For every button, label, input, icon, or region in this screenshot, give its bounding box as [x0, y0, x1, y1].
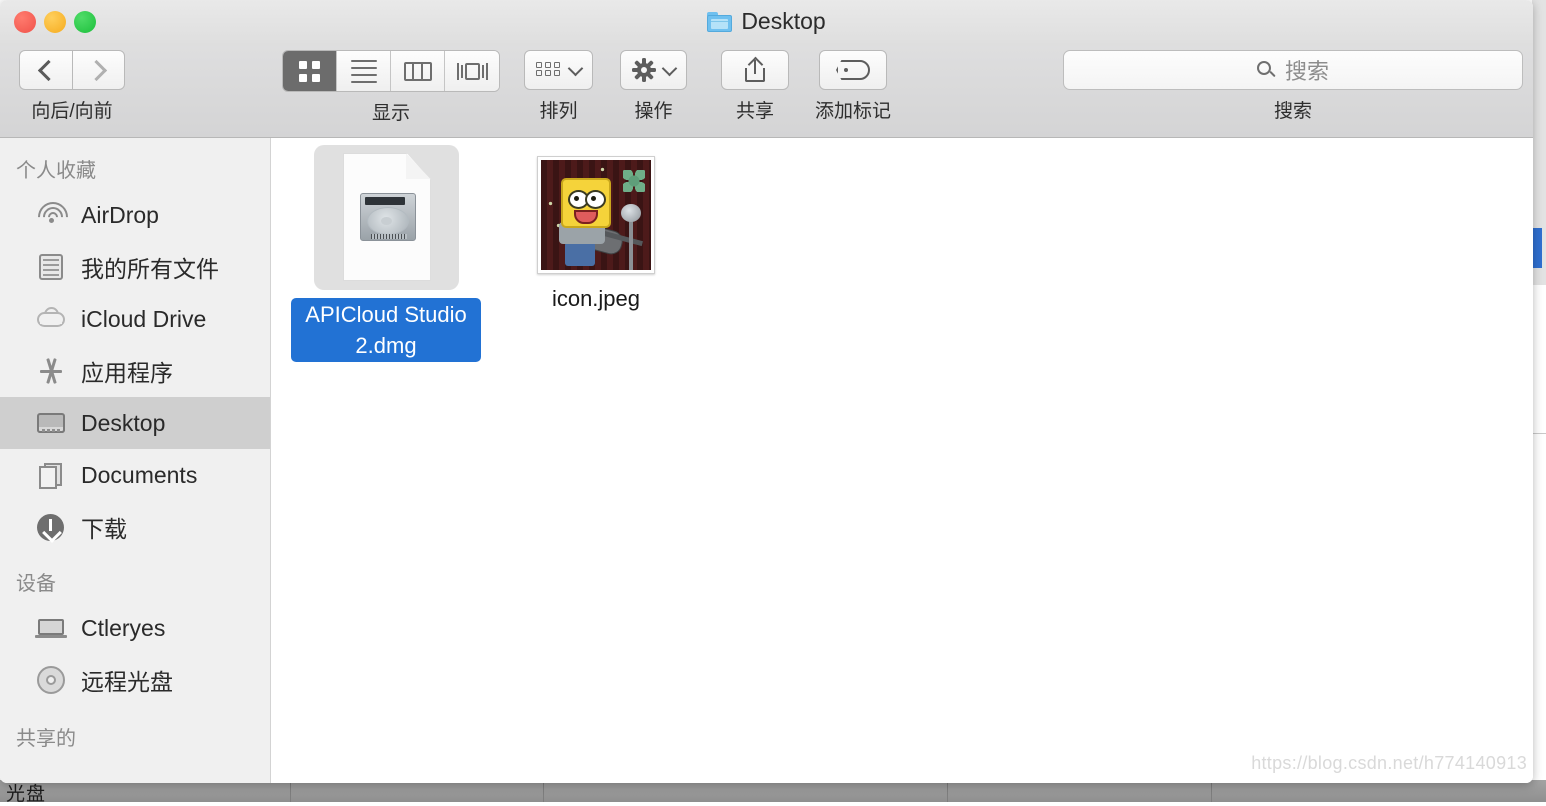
coverflow-view-button[interactable] — [445, 51, 499, 91]
chevron-down-icon — [661, 60, 678, 76]
add-tag-label: 添加标记 — [815, 101, 892, 122]
sidebar-item-label: Documents — [81, 461, 198, 488]
laptop-icon — [34, 612, 68, 644]
sidebar-item-applications[interactable]: 应用程序 — [0, 345, 270, 397]
sidebar-heading-favorites: 个人收藏 — [16, 160, 96, 182]
action-button[interactable] — [620, 50, 687, 90]
sidebar-item-icloud-drive[interactable]: iCloud Drive — [0, 293, 270, 345]
sidebar-item-label: iCloud Drive — [81, 305, 207, 332]
desktop-bar-divider — [543, 780, 544, 802]
window-title-text: Desktop — [741, 8, 826, 34]
sidebar-item-label: 远程光盘 — [81, 669, 173, 695]
nav-label: 向后/向前 — [31, 101, 113, 122]
navigation-group: 向后/向前 — [19, 50, 125, 123]
sidebar-item-ctleryes[interactable]: Ctleryes — [0, 602, 270, 654]
action-label: 操作 — [634, 101, 673, 122]
page-title: Desktop — [0, 8, 1533, 35]
search-group: 搜索 搜索 — [1063, 50, 1523, 123]
sidebar-item-label: 应用程序 — [81, 360, 173, 386]
list-icon — [350, 59, 377, 83]
sidebar-item-label: 下载 — [81, 516, 127, 542]
sidebar-item-downloads[interactable]: 下载 — [0, 501, 270, 553]
desktop-right-strip — [1532, 0, 1546, 802]
cloud-icon — [34, 303, 68, 335]
window-body: 个人收藏 AirDrop 我的所有文件 iCloud Drive 应用程序 De… — [0, 138, 1533, 783]
watermark-text: https://blog.csdn.net/h774140913 — [1251, 753, 1527, 773]
arrange-icon — [536, 62, 562, 78]
coverflow-icon — [456, 62, 488, 80]
window-titlebar: Desktop — [0, 0, 1533, 46]
desktop-icon — [34, 407, 68, 439]
sidebar-item-airdrop[interactable]: AirDrop — [0, 189, 270, 241]
arrange-label: 排列 — [539, 101, 578, 122]
file-item-jpeg[interactable]: icon.jpeg — [501, 156, 691, 315]
applications-icon — [34, 355, 68, 387]
desktop-bar-divider — [947, 780, 948, 802]
downloads-icon — [34, 511, 68, 543]
search-input[interactable]: 搜索 — [1063, 50, 1523, 90]
add-tag-button[interactable] — [819, 50, 887, 90]
folder-icon — [707, 11, 733, 32]
share-icon — [745, 56, 765, 82]
forward-button[interactable] — [72, 50, 125, 90]
nav-buttons — [19, 50, 125, 90]
desktop-bottom-bar: 光盘 — [0, 780, 1546, 805]
desktop-bar-divider — [290, 780, 291, 802]
search-icon — [1256, 60, 1276, 80]
column-view-button[interactable] — [391, 51, 445, 91]
sidebar-item-documents[interactable]: Documents — [0, 449, 270, 501]
documents-icon — [34, 459, 68, 491]
file-label[interactable]: icon.jpeg — [545, 282, 647, 315]
sidebar-item-remote-disc[interactable]: 远程光盘 — [0, 654, 270, 706]
icon-view-button[interactable] — [283, 51, 337, 91]
share-label: 共享 — [735, 101, 774, 122]
share-group: 共享 — [721, 50, 789, 123]
arrange-button[interactable] — [524, 50, 593, 90]
disc-icon — [34, 664, 68, 696]
sidebar-heading-shared: 共享的 — [16, 728, 76, 750]
search-placeholder: 搜索 — [1284, 59, 1329, 84]
sidebar-item-desktop[interactable]: Desktop — [0, 397, 270, 449]
sidebar-item-label: Desktop — [81, 409, 166, 436]
arrange-group: 排列 — [524, 50, 593, 123]
sidebar-item-label: 我的所有文件 — [81, 256, 219, 282]
desktop-right-divider — [1532, 433, 1546, 434]
desktop-bar-divider — [1211, 780, 1212, 802]
view-label: 显示 — [371, 103, 410, 124]
action-group: 操作 — [620, 50, 687, 123]
share-button[interactable] — [721, 50, 789, 90]
sidebar: 个人收藏 AirDrop 我的所有文件 iCloud Drive 应用程序 De… — [0, 138, 271, 783]
sidebar-item-label: AirDrop — [81, 201, 159, 228]
view-mode-segmented-control — [282, 50, 500, 92]
search-label: 搜索 — [1273, 101, 1312, 122]
finder-window: Desktop 向后/向前 显示 排列 操作 共享 添加标记 搜索 搜索 个人收… — [0, 0, 1533, 783]
desktop-right-accent — [1533, 228, 1542, 268]
disk-image-icon — [313, 145, 459, 290]
image-thumbnail — [537, 156, 655, 274]
list-view-button[interactable] — [337, 51, 391, 91]
back-button[interactable] — [19, 50, 72, 90]
view-mode-group: 显示 — [282, 50, 500, 125]
file-item-dmg[interactable]: APICloud Studio 2.dmg — [291, 145, 481, 363]
file-label[interactable]: APICloud Studio 2.dmg — [291, 298, 481, 363]
file-grid[interactable]: APICloud Studio 2.dmg icon.jpeg https://… — [271, 138, 1533, 783]
chevron-right-icon — [85, 59, 108, 81]
gear-icon — [632, 58, 656, 82]
tag-icon — [836, 60, 870, 80]
airdrop-icon — [31, 195, 75, 239]
sidebar-item-label: Ctleryes — [81, 614, 166, 641]
tag-group: 添加标记 — [815, 50, 891, 123]
toolbar: 向后/向前 显示 排列 操作 共享 添加标记 搜索 搜索 — [0, 46, 1533, 138]
chevron-down-icon — [567, 60, 584, 76]
sidebar-item-all-my-files[interactable]: 我的所有文件 — [0, 241, 270, 293]
all-my-files-icon — [34, 251, 68, 283]
sidebar-heading-devices: 设备 — [16, 573, 56, 595]
chevron-left-icon — [37, 59, 59, 81]
columns-icon — [403, 61, 432, 81]
grid-icon — [299, 60, 320, 82]
